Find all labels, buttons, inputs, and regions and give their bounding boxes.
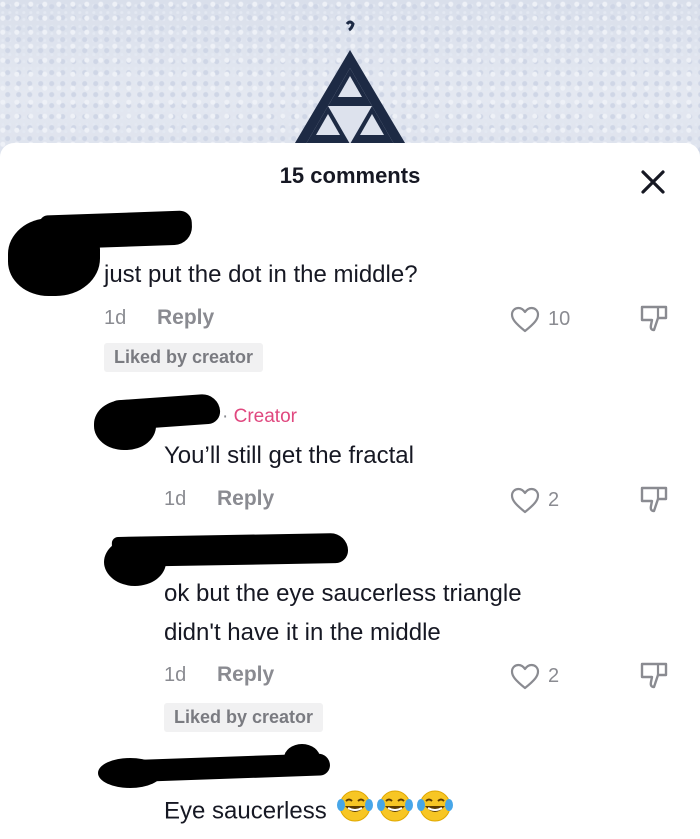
redacted-username	[39, 210, 193, 250]
comment-time: 1d	[104, 307, 127, 329]
comment-time: 1d	[164, 664, 187, 686]
redacted-username	[111, 532, 349, 568]
comment-text: Eye saucerless	[164, 788, 457, 836]
comment-text-line-2: didn't have it in the middle	[164, 619, 441, 646]
separator-dot: ·	[222, 406, 229, 427]
dislike-button[interactable]	[639, 661, 669, 696]
comment-text: You’ll still get the fractal	[164, 442, 414, 469]
dislike-button[interactable]	[639, 485, 669, 520]
reply-button[interactable]: Reply	[217, 663, 274, 687]
like-button[interactable]: 2	[510, 663, 559, 690]
thumbs-down-icon	[640, 486, 668, 513]
heart-icon	[510, 487, 540, 514]
liked-by-creator-badge: Liked by creator	[104, 343, 264, 372]
sierpinski-triangle-drawing	[292, 20, 408, 148]
redacted-username	[284, 744, 320, 772]
thumbs-down-icon	[640, 305, 668, 332]
like-button[interactable]: 10	[510, 306, 570, 333]
heart-icon	[510, 663, 540, 690]
comments-count-title: 15 comments	[279, 163, 421, 188]
like-button[interactable]: 2	[510, 487, 559, 514]
heart-icon	[510, 306, 540, 333]
comment-text: just put the dot in the middle?	[104, 261, 418, 288]
comment-text-line-1: ok but the eye saucerless triangle	[164, 580, 522, 607]
reply-button[interactable]: Reply	[157, 306, 214, 330]
close-button[interactable]	[637, 166, 669, 198]
thumbs-down-icon	[640, 662, 668, 689]
like-count: 10	[548, 308, 571, 330]
like-count: 2	[548, 489, 560, 511]
like-count: 2	[548, 665, 560, 687]
liked-by-creator-badge: Liked by creator	[164, 703, 324, 732]
dislike-button[interactable]	[639, 304, 669, 339]
creator-label: Creator	[233, 406, 297, 427]
comment-time: 1d	[164, 488, 187, 510]
laughing-crying-face-icon	[337, 790, 454, 822]
laughing-crying-emoji	[337, 788, 457, 836]
comment-text-content: Eye saucerless	[164, 797, 327, 825]
close-icon	[641, 170, 665, 194]
reply-button[interactable]: Reply	[217, 487, 274, 511]
creator-tag: · Creator	[222, 406, 297, 428]
